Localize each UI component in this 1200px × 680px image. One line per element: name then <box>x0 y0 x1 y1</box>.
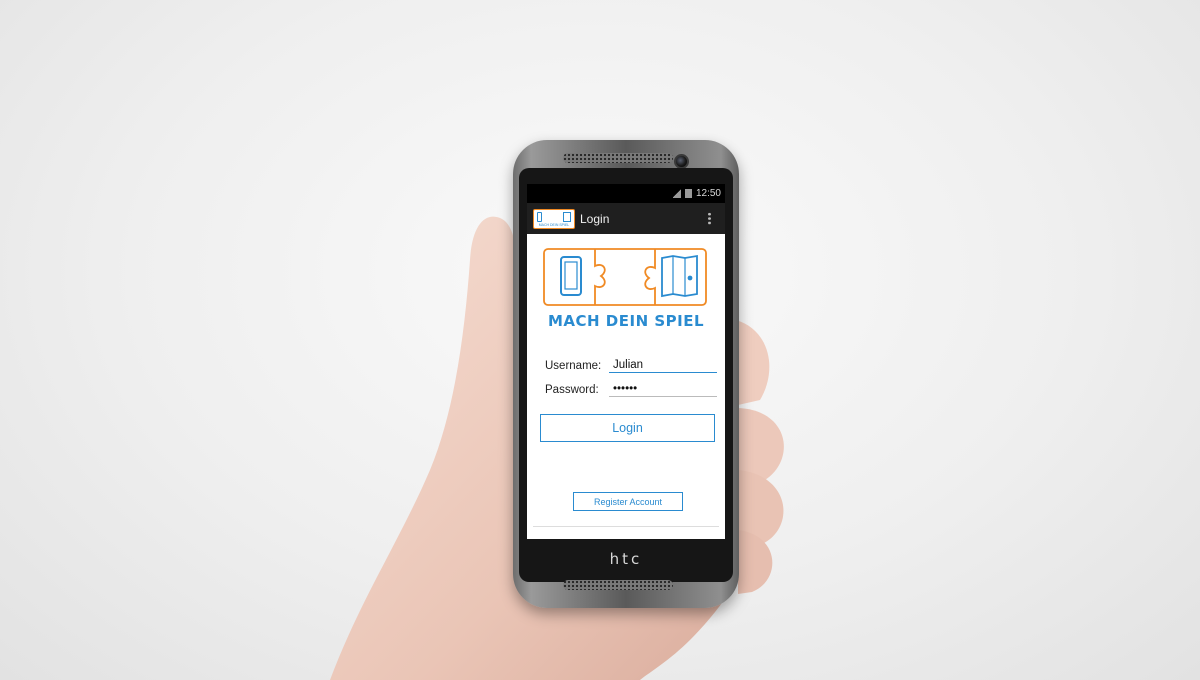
app-logo-icon[interactable]: MACH DEIN SPIEL <box>533 208 575 229</box>
login-button[interactable]: Login <box>540 414 715 442</box>
battery-icon <box>684 189 692 198</box>
status-bar: 12:50 <box>527 184 725 203</box>
speaker-grille-top <box>563 153 673 163</box>
app-icon-text: MACH DEIN SPIEL <box>538 222 570 227</box>
username-input[interactable] <box>609 358 717 373</box>
logo-wordmark: MACH DEIN SPIEL <box>547 312 705 330</box>
divider <box>533 526 719 527</box>
username-row: Username: <box>545 358 720 373</box>
status-time: 12:50 <box>695 188 721 199</box>
front-camera <box>674 154 689 169</box>
action-bar: MACH DEIN SPIEL Login <box>527 203 725 234</box>
password-row: Password: <box>545 382 720 397</box>
device-brand: htc <box>609 550 643 568</box>
password-label: Password: <box>545 383 599 396</box>
speaker-grille-bottom <box>563 580 673 590</box>
signal-icon <box>672 189 681 198</box>
app-screen: 12:50 MACH DEIN SPIEL Login MACH DEIN SP… <box>527 184 725 539</box>
register-account-button[interactable]: Register Account <box>573 492 683 511</box>
password-input[interactable] <box>609 382 717 397</box>
username-label: Username: <box>545 359 602 372</box>
action-bar-title: Login <box>580 211 610 226</box>
overflow-menu-icon[interactable] <box>708 212 711 225</box>
